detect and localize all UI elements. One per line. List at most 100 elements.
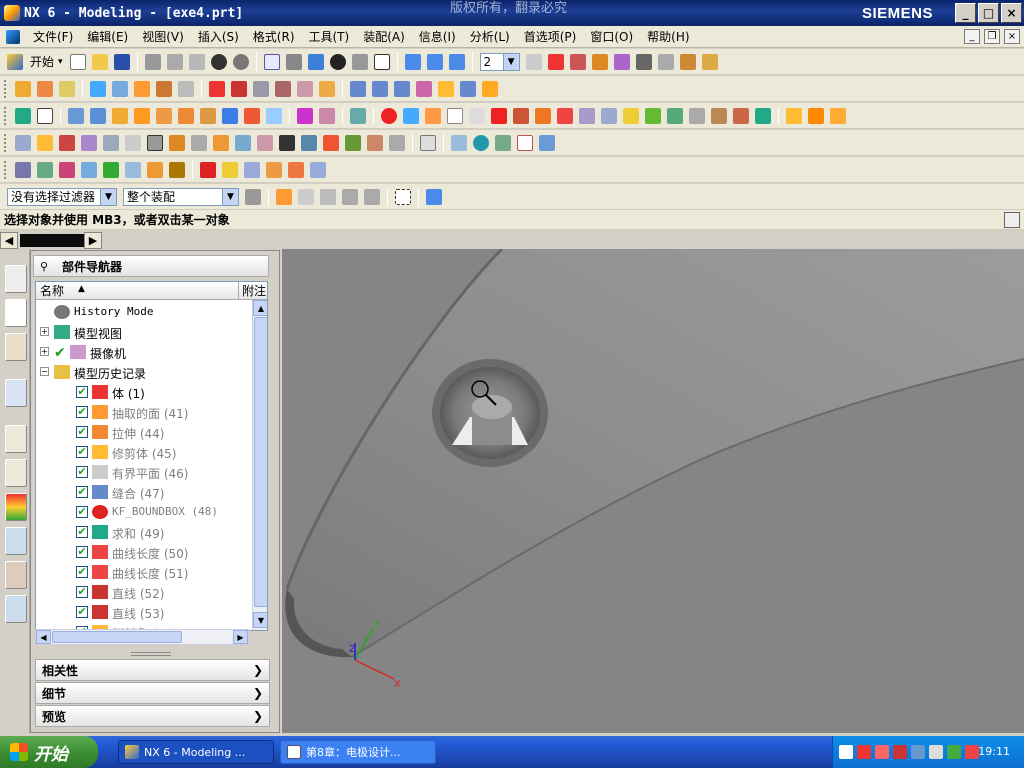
- section-icon[interactable]: [733, 107, 749, 124]
- pin-icon[interactable]: ⚲: [40, 260, 54, 273]
- preview-panel[interactable]: 预览 ❯: [35, 705, 270, 727]
- electrode-design-icon[interactable]: [37, 161, 53, 178]
- mesh-icon[interactable]: [367, 134, 383, 151]
- eye-icon[interactable]: [495, 134, 511, 151]
- start-menu-button[interactable]: 开始: [0, 736, 98, 768]
- redo-icon[interactable]: [232, 53, 249, 70]
- angle-icon[interactable]: [235, 134, 251, 151]
- feature-op-icon[interactable]: [68, 107, 84, 124]
- sew-icon[interactable]: [438, 80, 454, 97]
- extract-icon[interactable]: [535, 107, 551, 124]
- select-face-icon[interactable]: [342, 188, 358, 205]
- document-menu-icon[interactable]: [6, 29, 20, 44]
- emboss-icon[interactable]: [90, 107, 106, 124]
- model-history-row[interactable]: − 模型历史记录: [36, 362, 252, 382]
- pocket-icon[interactable]: [178, 80, 194, 97]
- scale-icon[interactable]: [178, 107, 194, 124]
- unite-row[interactable]: ✔ 求和 (49): [36, 522, 252, 542]
- electrode-move-icon[interactable]: [244, 161, 260, 178]
- menu-insert[interactable]: 插入(S): [191, 28, 246, 45]
- trimmed-body-row[interactable]: ✔ 修剪体 (45): [36, 442, 252, 462]
- menu-analysis[interactable]: 分析(L): [463, 28, 517, 45]
- note-icon[interactable]: [517, 134, 533, 151]
- sphere-icon[interactable]: [381, 107, 397, 124]
- csys-icon[interactable]: [404, 53, 421, 70]
- copy-layer-icon[interactable]: [569, 53, 586, 70]
- line-row-2[interactable]: ✔ 直线 (53): [36, 602, 252, 622]
- replace-face-icon[interactable]: [425, 107, 441, 124]
- history-mode-row[interactable]: History Mode: [36, 302, 252, 322]
- menu-view[interactable]: 视图(V): [135, 28, 191, 45]
- envelope-icon[interactable]: [786, 107, 802, 124]
- menu-file[interactable]: 文件(F): [26, 28, 80, 45]
- clip-icon[interactable]: [125, 134, 141, 151]
- feature-checkbox[interactable]: ✔: [76, 486, 88, 498]
- slot-icon[interactable]: [601, 107, 617, 124]
- draft-icon[interactable]: [156, 107, 172, 124]
- part-navigator-icon[interactable]: [5, 299, 27, 327]
- menu-edit[interactable]: 编辑(E): [80, 28, 135, 45]
- network-icon[interactable]: [911, 745, 925, 759]
- revolve-icon[interactable]: [59, 80, 75, 97]
- name-column-header[interactable]: 名称 ▲: [36, 282, 239, 299]
- pattern-icon[interactable]: [200, 107, 216, 124]
- chevron-down-icon[interactable]: ❯: [249, 661, 267, 679]
- split-icon[interactable]: [297, 107, 313, 124]
- sew-row[interactable]: ✔ 缝合 (47): [36, 482, 252, 502]
- scroll-up-icon[interactable]: ▲: [253, 300, 267, 316]
- line-icon[interactable]: [209, 80, 225, 97]
- feature-checkbox[interactable]: ✔: [76, 406, 88, 418]
- tray-expand-icon[interactable]: [839, 745, 853, 759]
- trim-icon[interactable]: [297, 80, 313, 97]
- globe-icon[interactable]: [473, 134, 489, 151]
- bbox-icon[interactable]: [491, 107, 507, 124]
- offset-face-icon[interactable]: [513, 107, 529, 124]
- copy-view-icon[interactable]: [451, 134, 467, 151]
- display-icon[interactable]: [947, 745, 961, 759]
- constraint-navigator-icon[interactable]: [5, 333, 27, 361]
- kf-boundbox-row[interactable]: ✔ KF_BOUNDBOX (48): [36, 502, 252, 522]
- intersect-icon[interactable]: [266, 107, 282, 124]
- point-icon[interactable]: [689, 107, 705, 124]
- details-panel[interactable]: 细节 ❯: [35, 682, 270, 704]
- curve-length-row[interactable]: ✔ 曲线长度 (50): [36, 542, 252, 562]
- collapse-icon[interactable]: −: [40, 367, 49, 376]
- menu-format[interactable]: 格式(R): [246, 28, 302, 45]
- comment-column-header[interactable]: 附注: [239, 282, 266, 299]
- patch-icon[interactable]: [469, 107, 485, 124]
- layout-icon[interactable]: [711, 107, 727, 124]
- line-row[interactable]: ✔ 直线 (52): [36, 582, 252, 602]
- save-icon[interactable]: [113, 53, 130, 70]
- cut-icon[interactable]: [144, 53, 161, 70]
- taskbar-item-doc[interactable]: 第8章：电极设计...: [280, 740, 436, 764]
- flag-icon[interactable]: [279, 134, 295, 151]
- wcs-icon[interactable]: [426, 53, 443, 70]
- electrode-list-icon[interactable]: [288, 161, 304, 178]
- menu-information[interactable]: 信息(I): [412, 28, 463, 45]
- graphics-window[interactable]: X Y Z: [282, 249, 1024, 733]
- table-icon[interactable]: [301, 134, 317, 151]
- delete-face-icon[interactable]: [447, 107, 463, 124]
- scroll-thumb[interactable]: [254, 317, 267, 607]
- extracted-face-row[interactable]: ✔ 抽取的面 (41): [36, 402, 252, 422]
- view-orient-icon[interactable]: [373, 53, 390, 70]
- history-icon[interactable]: [5, 425, 27, 453]
- security-icon[interactable]: [875, 745, 889, 759]
- assembly-navigator-icon[interactable]: [5, 265, 27, 293]
- shell-icon[interactable]: [134, 107, 150, 124]
- show-all-icon[interactable]: [657, 53, 674, 70]
- visible-check-icon[interactable]: ✔: [54, 345, 66, 361]
- feature-checkbox[interactable]: ✔: [76, 386, 88, 398]
- system-materials-icon[interactable]: [5, 459, 27, 487]
- electrode-check-icon[interactable]: [59, 161, 75, 178]
- type-filter-combo[interactable]: 没有选择过滤器 ▼: [7, 187, 117, 206]
- chevron-down-icon[interactable]: ▼: [502, 53, 519, 70]
- snap-point-icon[interactable]: [276, 188, 292, 205]
- extrude-icon[interactable]: [37, 80, 53, 97]
- menu-preferences[interactable]: 首选项(P): [517, 28, 584, 45]
- system-scene-icon[interactable]: [5, 595, 27, 623]
- feature-checkbox[interactable]: ✔: [76, 506, 88, 518]
- analysis-icon[interactable]: [701, 53, 718, 70]
- expand-icon[interactable]: +: [40, 327, 49, 336]
- taskbar-item-nx[interactable]: NX 6 - Modeling ...: [118, 740, 274, 764]
